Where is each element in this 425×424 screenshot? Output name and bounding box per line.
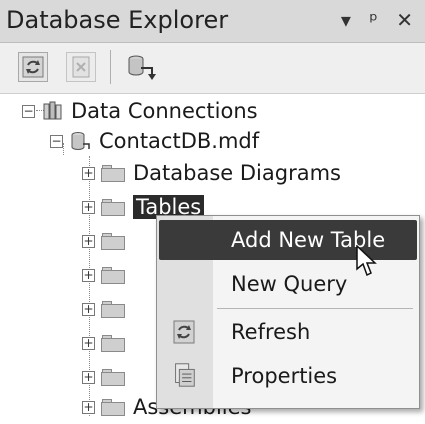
tree-item-synonyms[interactable]: + — [82, 326, 133, 360]
toolbar — [0, 43, 425, 94]
close-icon[interactable]: ✕ — [396, 8, 419, 32]
collapse-icon[interactable]: − — [50, 134, 63, 148]
expand-icon[interactable]: + — [82, 234, 95, 248]
folder-icon — [101, 368, 125, 386]
collapse-icon[interactable]: − — [22, 104, 35, 118]
expand-icon[interactable]: + — [82, 268, 95, 282]
menu-item-label: New Query — [231, 272, 348, 296]
expand-icon[interactable]: + — [82, 400, 95, 414]
toolbar-separator — [110, 50, 111, 84]
tree-item-data-connections[interactable]: − Data Connections — [22, 94, 258, 128]
expand-icon[interactable]: + — [82, 302, 95, 316]
folder-icon — [101, 164, 125, 182]
menu-item-label: Refresh — [231, 320, 311, 344]
refresh-icon — [22, 56, 44, 78]
menu-item-properties[interactable]: Properties — [159, 356, 417, 396]
folder-icon — [101, 398, 125, 416]
tree-item-functions[interactable]: + — [82, 292, 133, 326]
refresh-button[interactable] — [18, 52, 48, 82]
properties-icon — [175, 363, 195, 387]
menu-item-refresh[interactable]: Refresh — [159, 312, 417, 352]
expand-icon[interactable]: + — [82, 200, 95, 214]
folder-icon — [101, 300, 125, 318]
folder-icon — [101, 266, 125, 284]
mouse-cursor-icon — [356, 245, 377, 277]
menu-item-new-query[interactable]: New Query — [159, 264, 417, 304]
connect-to-database-button[interactable] — [124, 52, 156, 82]
refresh-icon — [173, 320, 195, 344]
data-connections-icon — [41, 100, 63, 122]
tree-item-label: Data Connections — [71, 99, 258, 123]
title-bar: Database Explorer ▾ ᵖ ✕ — [0, 0, 425, 43]
menu-separator — [217, 308, 413, 309]
expand-icon[interactable]: + — [82, 336, 95, 350]
database-explorer-window: Database Explorer ▾ ᵖ ✕ − Data Connectio… — [0, 0, 425, 419]
database-file-icon — [69, 130, 91, 152]
expand-icon[interactable]: + — [82, 166, 95, 180]
tree-item-database-diagrams[interactable]: + Database Diagrams — [82, 156, 341, 190]
connect-to-database-icon — [128, 55, 156, 80]
context-menu: Add New Table New Query Refresh Properti… — [156, 215, 420, 409]
delete-button[interactable] — [66, 52, 96, 82]
tree-item-contactdb[interactable]: − ContactDB.mdf — [50, 124, 259, 158]
tree-item-label: ContactDB.mdf — [99, 129, 260, 153]
tree-item-stored-procedures[interactable]: + — [82, 258, 133, 292]
folder-icon — [101, 334, 125, 352]
window-title: Database Explorer — [6, 6, 229, 34]
menu-item-add-new-table[interactable]: Add New Table — [159, 220, 417, 260]
folder-icon — [101, 198, 125, 216]
tree-item-views[interactable]: + — [82, 224, 133, 258]
dropdown-arrow-icon[interactable]: ▾ — [341, 8, 357, 32]
pin-icon[interactable]: ᵖ — [369, 8, 384, 32]
menu-item-label: Properties — [231, 364, 338, 388]
tree-item-types[interactable]: + — [82, 360, 133, 394]
delete-icon — [72, 56, 90, 78]
folder-icon — [101, 232, 125, 250]
tree-item-label: Database Diagrams — [133, 161, 341, 185]
expand-icon[interactable]: + — [82, 370, 95, 384]
window-controls: ▾ ᵖ ✕ — [341, 8, 419, 32]
